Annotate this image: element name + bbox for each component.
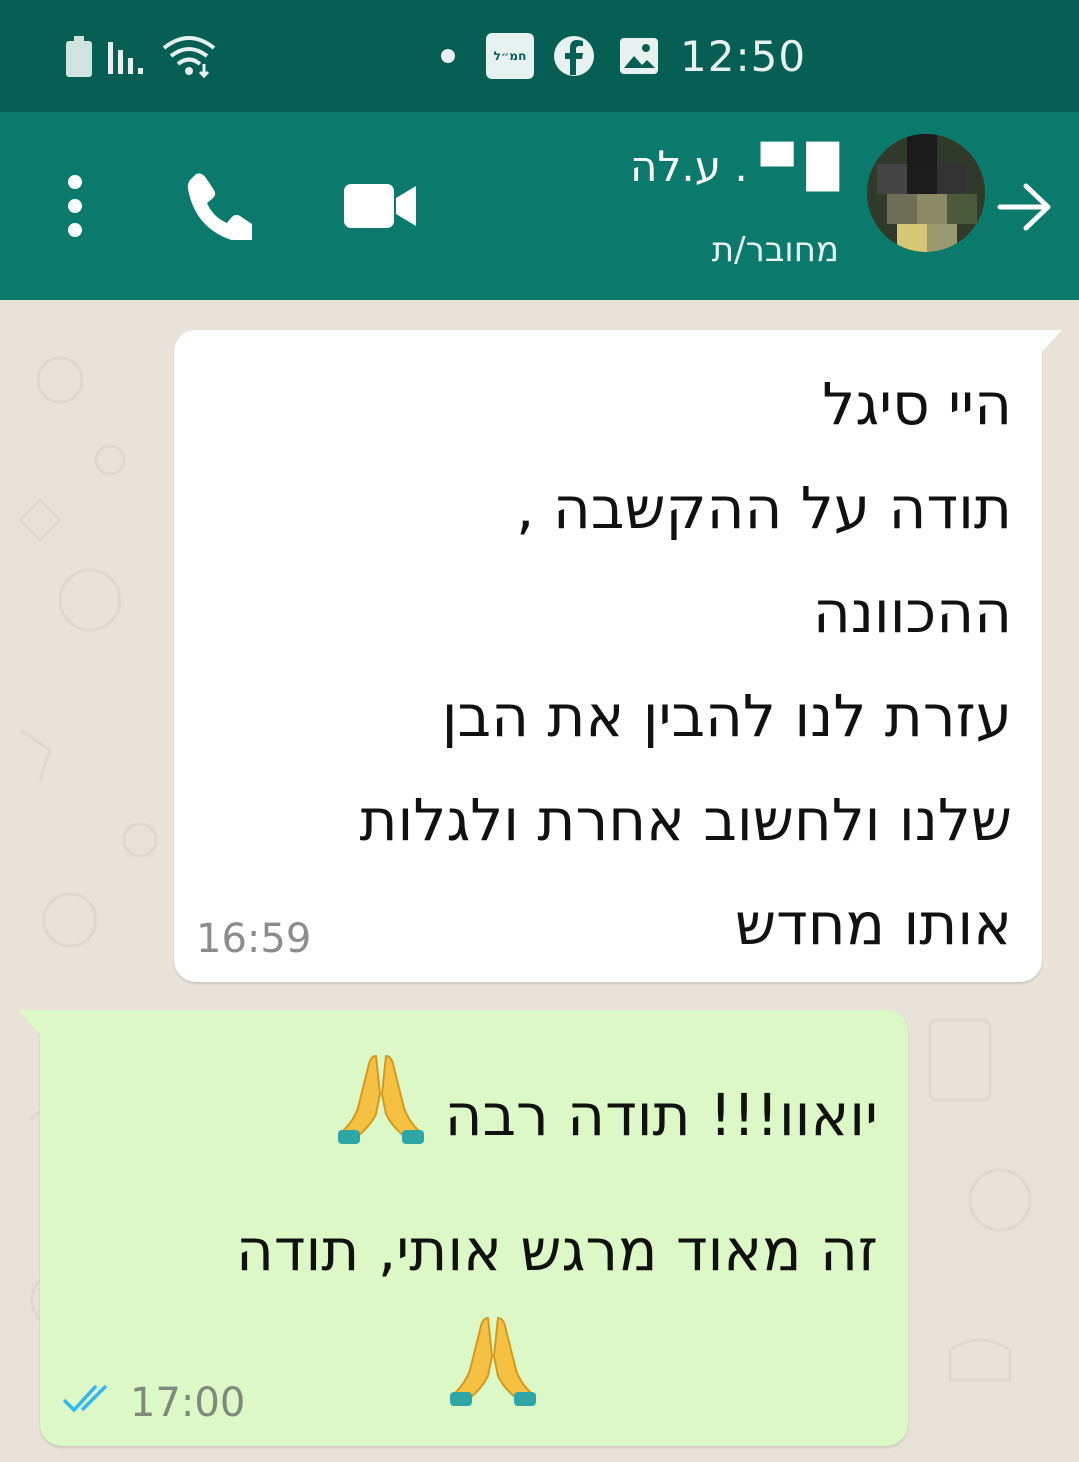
battery-icon [64, 0, 94, 112]
message-time: 17:00 [130, 1380, 246, 1426]
message-line-1: יואוו!!! תודה רבה [444, 1081, 878, 1150]
menu-icon[interactable] [60, 174, 90, 242]
status-bar: חמ״ל 12:50 [0, 0, 1079, 112]
message-text: היי סיגל תודה על ההקשבה , ההכוונה עזרת ל… [359, 370, 1012, 958]
read-ticks-icon [62, 1382, 118, 1420]
status-time: 12:50 [680, 31, 807, 81]
dot-icon [440, 0, 456, 112]
pray-emoji-icon [448, 1312, 538, 1450]
contact-name[interactable]: █ ▀ . ע.לה [630, 142, 839, 191]
message-line-2: זה מאוד מרגש אותי, תודה [235, 1216, 878, 1284]
chat-header: █ ▀ . ע.לה מחובר/ת [0, 112, 1079, 300]
pray-emoji-icon [336, 1050, 426, 1188]
avatar[interactable] [867, 134, 985, 252]
chat-area[interactable]: היי סיגל תודה על ההקשבה , ההכוונה עזרת ל… [0, 300, 1079, 1462]
badge-app-icon: חמ״ל [486, 0, 534, 112]
contact-status: מחובר/ת [711, 230, 839, 270]
phone-icon[interactable] [182, 170, 257, 244]
badge-text: חמ״ל [486, 33, 534, 79]
video-icon[interactable] [342, 182, 418, 234]
wifi-icon [160, 0, 218, 112]
message-time: 16:59 [196, 916, 312, 962]
outgoing-message[interactable]: יואוו!!! תודה רבה זה מאוד מרגש אותי, תוד… [18, 1010, 908, 1446]
facebook-icon [553, 0, 595, 112]
signal-icon [106, 0, 150, 112]
gallery-icon [618, 0, 660, 112]
back-arrow-icon[interactable] [996, 182, 1054, 236]
incoming-message[interactable]: היי סיגל תודה על ההקשבה , ההכוונה עזרת ל… [174, 330, 1062, 982]
